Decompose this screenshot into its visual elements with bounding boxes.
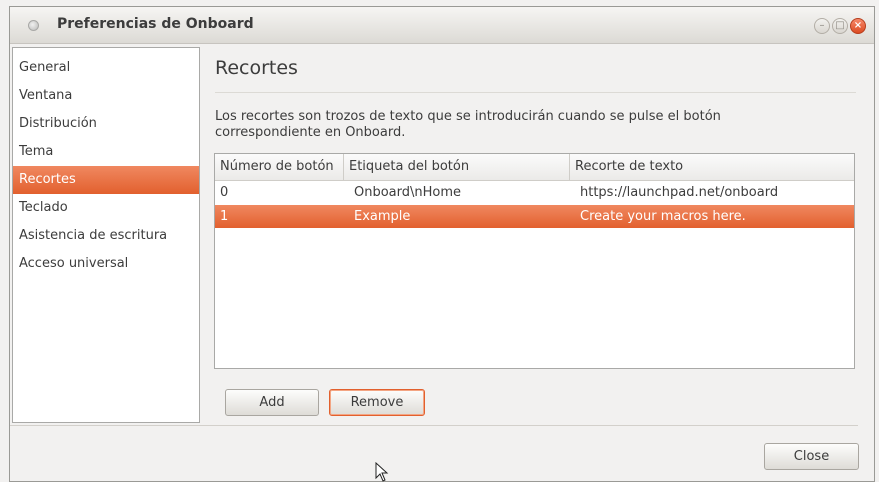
main-panel: Recortes Los recortes son trozos de text… <box>212 47 858 423</box>
footer-divider <box>10 425 858 426</box>
cell-button-label[interactable]: Example <box>349 205 410 228</box>
sidebar-item-distribucion[interactable]: Distribución <box>13 110 199 138</box>
window-title: Preferencias de Onboard <box>57 16 254 32</box>
table-row[interactable]: 0 Onboard\nHome https://launchpad.net/on… <box>215 181 854 204</box>
close-window-icon[interactable]: × <box>850 18 866 34</box>
sidebar-item-general[interactable]: General <box>13 54 199 82</box>
window-menu-icon[interactable] <box>28 20 39 31</box>
add-button[interactable]: Add <box>225 389 319 416</box>
snippets-table: Número de botón Etiqueta del botón Recor… <box>214 153 855 369</box>
cell-button-number[interactable]: 1 <box>215 205 228 228</box>
cell-button-number[interactable]: 0 <box>215 181 228 204</box>
column-header-button-label[interactable]: Etiqueta del botón <box>344 154 570 180</box>
sidebar-item-ventana[interactable]: Ventana <box>13 82 199 110</box>
sidebar: General Ventana Distribución Tema Recort… <box>12 47 200 423</box>
close-button[interactable]: Close <box>764 443 859 470</box>
table-row-selected[interactable]: 1 Example Create your macros here. <box>215 205 854 228</box>
sidebar-item-recortes[interactable]: Recortes <box>13 166 199 194</box>
minimize-icon[interactable]: – <box>814 18 830 34</box>
cell-snippet[interactable]: Create your macros here. <box>575 205 746 228</box>
divider <box>215 92 856 93</box>
cell-button-label[interactable]: Onboard\nHome <box>349 181 461 204</box>
sidebar-item-acceso-universal[interactable]: Acceso universal <box>13 250 199 278</box>
table-header: Número de botón Etiqueta del botón Recor… <box>215 154 854 181</box>
mouse-pointer-icon <box>375 462 389 482</box>
title-bar[interactable]: Preferencias de Onboard – □ × <box>10 7 874 44</box>
description-text: Los recortes son trozos de texto que se … <box>215 109 721 140</box>
column-header-button-number[interactable]: Número de botón <box>215 154 344 180</box>
cell-snippet[interactable]: https://launchpad.net/onboard <box>575 181 778 204</box>
sidebar-item-teclado[interactable]: Teclado <box>13 194 199 222</box>
page-title: Recortes <box>215 57 298 79</box>
column-header-snippet[interactable]: Recorte de texto <box>570 154 854 180</box>
sidebar-item-tema[interactable]: Tema <box>13 138 199 166</box>
remove-button[interactable]: Remove <box>329 389 425 416</box>
window-controls: – □ × <box>814 18 866 34</box>
sidebar-item-asistencia-escritura[interactable]: Asistencia de escritura <box>13 222 199 250</box>
maximize-icon[interactable]: □ <box>832 18 848 34</box>
